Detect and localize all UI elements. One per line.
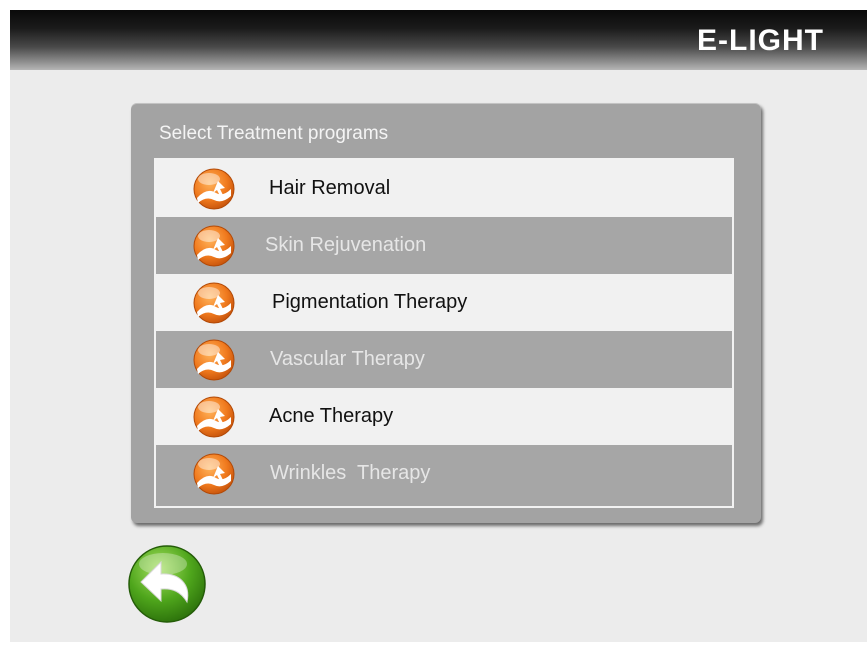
back-arrow-icon — [128, 545, 206, 623]
treatment-item-wrinkles-therapy[interactable]: Wrinkles Therapy — [156, 445, 732, 502]
treatment-item-skin-rejuvenation[interactable]: Skin Rejuvenation — [156, 217, 732, 274]
treatment-icon — [193, 339, 235, 381]
app-title: E-LIGHT — [697, 24, 824, 57]
main-screen: E-LIGHT Select Treatment programs Hair R… — [10, 10, 867, 642]
treatment-item-label: Hair Removal — [269, 177, 391, 199]
treatment-item-vascular-therapy[interactable]: Vascular Therapy — [156, 331, 732, 388]
treatment-item-label: Vascular Therapy — [270, 348, 425, 370]
treatment-item-hair-removal[interactable]: Hair Removal — [156, 160, 732, 217]
panel-heading: Select Treatment programs — [159, 123, 389, 144]
treatment-icon — [193, 282, 235, 324]
treatment-item-label: Pigmentation Therapy — [272, 291, 468, 313]
treatment-list: Hair Removal Skin Rejuvenation Pigmentat… — [154, 158, 734, 508]
treatment-item-label: Acne Therapy — [269, 405, 394, 427]
treatment-icon — [193, 453, 235, 495]
treatment-icon — [193, 168, 235, 210]
treatment-panel: Select Treatment programs Hair Removal S… — [131, 103, 761, 523]
treatment-item-pigmentation-therapy[interactable]: Pigmentation Therapy — [156, 274, 732, 331]
treatment-item-acne-therapy[interactable]: Acne Therapy — [156, 388, 732, 445]
treatment-item-label: Skin Rejuvenation — [265, 234, 427, 256]
back-button[interactable] — [127, 544, 207, 624]
treatment-item-label: Wrinkles Therapy — [270, 462, 431, 484]
treatment-icon — [193, 396, 235, 438]
header-bar: E-LIGHT — [10, 10, 867, 70]
treatment-icon — [193, 225, 235, 267]
